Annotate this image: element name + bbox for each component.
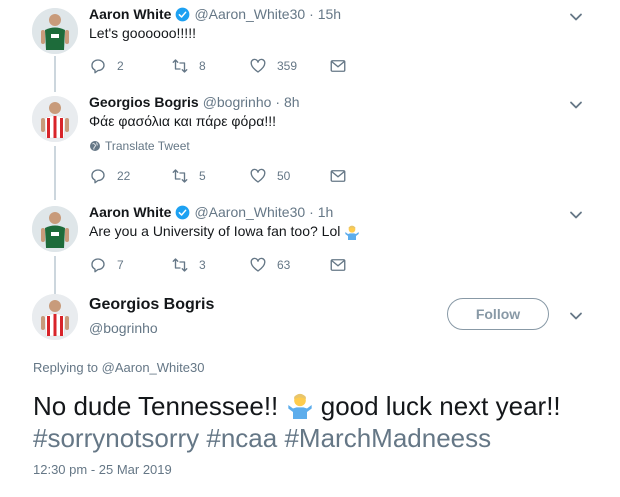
like-count: 50 <box>277 169 291 183</box>
author-handle[interactable]: @Aaron_White30 <box>194 6 305 22</box>
globe-icon <box>90 141 100 151</box>
like-button[interactable]: 63 <box>249 256 290 274</box>
retweet-icon <box>172 169 188 183</box>
thread-line <box>54 146 56 200</box>
tweet-header: Georgios Bogris @bogrinho · 8h <box>89 94 300 110</box>
main-author-name[interactable]: Georgios Bogris <box>89 296 214 314</box>
chevron-down-icon[interactable] <box>568 9 584 25</box>
hashtag-link[interactable]: #MarchMadneess <box>284 423 491 453</box>
thread-line <box>54 56 56 92</box>
translate-label: Translate Tweet <box>105 139 190 153</box>
retweet-button[interactable]: 5 <box>171 167 206 185</box>
player-green-jersey-avatar-icon <box>32 8 78 54</box>
reply-count: 2 <box>117 59 124 73</box>
tweet-text-content: Are you a University of Iowa fan too? Lo… <box>89 223 341 239</box>
avatar[interactable] <box>32 8 78 54</box>
reply-icon <box>91 169 105 184</box>
heart-icon <box>250 58 266 73</box>
verified-badge-icon <box>176 205 190 219</box>
person-shrugging-emoji-icon <box>287 393 312 419</box>
envelope-icon <box>330 259 346 271</box>
chevron-down-icon[interactable] <box>568 97 584 113</box>
reply-icon <box>91 258 105 273</box>
follow-button[interactable]: Follow <box>447 298 549 330</box>
author-name[interactable]: Aaron White <box>89 6 171 22</box>
like-button[interactable]: 50 <box>249 167 290 185</box>
tweet-header: Aaron White @Aaron_White30 · 1h <box>89 204 333 220</box>
tweet-time[interactable]: · 1h <box>309 204 333 220</box>
main-text-part1: No dude Tennessee!! <box>33 391 279 421</box>
author-name[interactable]: Aaron White <box>89 204 171 220</box>
reply-icon <box>91 59 105 74</box>
author-handle[interactable]: @bogrinho <box>203 94 272 110</box>
author-handle[interactable]: @Aaron_White30 <box>194 204 305 220</box>
tweet-text: Let's goooooo!!!!! <box>89 25 196 41</box>
retweet-count: 5 <box>199 169 206 183</box>
avatar[interactable] <box>32 96 78 142</box>
chevron-down-icon[interactable] <box>568 308 584 324</box>
envelope-icon <box>330 170 346 182</box>
avatar[interactable] <box>32 206 78 252</box>
tweet-timestamp[interactable]: 12:30 pm - 25 Mar 2019 <box>33 462 172 477</box>
like-count: 359 <box>277 59 298 73</box>
hashtag-link[interactable]: #sorrynotsorry <box>33 423 199 453</box>
hashtag-link[interactable]: #ncaa <box>206 423 277 453</box>
tweet-header: Aaron White @Aaron_White30 · 15h <box>89 6 341 22</box>
retweet-icon <box>172 59 188 73</box>
tweet-time[interactable]: · 8h <box>275 94 299 110</box>
tweet-time[interactable]: · 15h <box>309 6 341 22</box>
reply-count: 7 <box>117 258 124 272</box>
verified-badge-icon <box>176 7 190 21</box>
retweet-button[interactable]: 3 <box>171 256 206 274</box>
reply-button[interactable]: 2 <box>89 57 124 75</box>
player-green-jersey-avatar-icon <box>32 206 78 252</box>
message-button[interactable] <box>329 167 357 185</box>
heart-icon <box>250 257 266 272</box>
replying-prefix: Replying to <box>33 360 99 375</box>
reply-button[interactable]: 22 <box>89 167 130 185</box>
replying-handle-link[interactable]: @Aaron_White30 <box>102 360 205 375</box>
thread-line <box>54 256 56 294</box>
replying-to: Replying to @Aaron_White30 <box>33 360 204 375</box>
envelope-icon <box>330 60 346 72</box>
heart-icon <box>250 168 266 183</box>
player-red-jersey-avatar-icon <box>32 294 78 340</box>
chevron-down-icon[interactable] <box>568 207 584 223</box>
retweet-count: 8 <box>199 59 206 73</box>
main-tweet-text: No dude Tennessee!! good luck next year!… <box>33 390 593 454</box>
message-button[interactable] <box>329 256 357 274</box>
retweet-button[interactable]: 8 <box>171 57 206 75</box>
like-count: 63 <box>277 258 291 272</box>
reply-count: 22 <box>117 169 131 183</box>
translate-tweet-link[interactable]: Translate Tweet <box>89 139 190 153</box>
person-shrugging-emoji-icon <box>345 225 359 240</box>
player-red-jersey-avatar-icon <box>32 96 78 142</box>
tweet-text: Φάε φασόλια και πάρε φόρα!!! <box>89 113 276 129</box>
author-name[interactable]: Georgios Bogris <box>89 94 199 110</box>
avatar[interactable] <box>32 294 78 340</box>
main-text-part2: good luck next year!! <box>320 391 561 421</box>
tweet-text: Are you a University of Iowa fan too? Lo… <box>89 223 360 240</box>
reply-button[interactable]: 7 <box>89 256 124 274</box>
retweet-count: 3 <box>199 258 206 272</box>
retweet-icon <box>172 258 188 272</box>
message-button[interactable] <box>329 57 357 75</box>
main-author-handle[interactable]: @bogrinho <box>89 320 158 336</box>
like-button[interactable]: 359 <box>249 57 297 75</box>
